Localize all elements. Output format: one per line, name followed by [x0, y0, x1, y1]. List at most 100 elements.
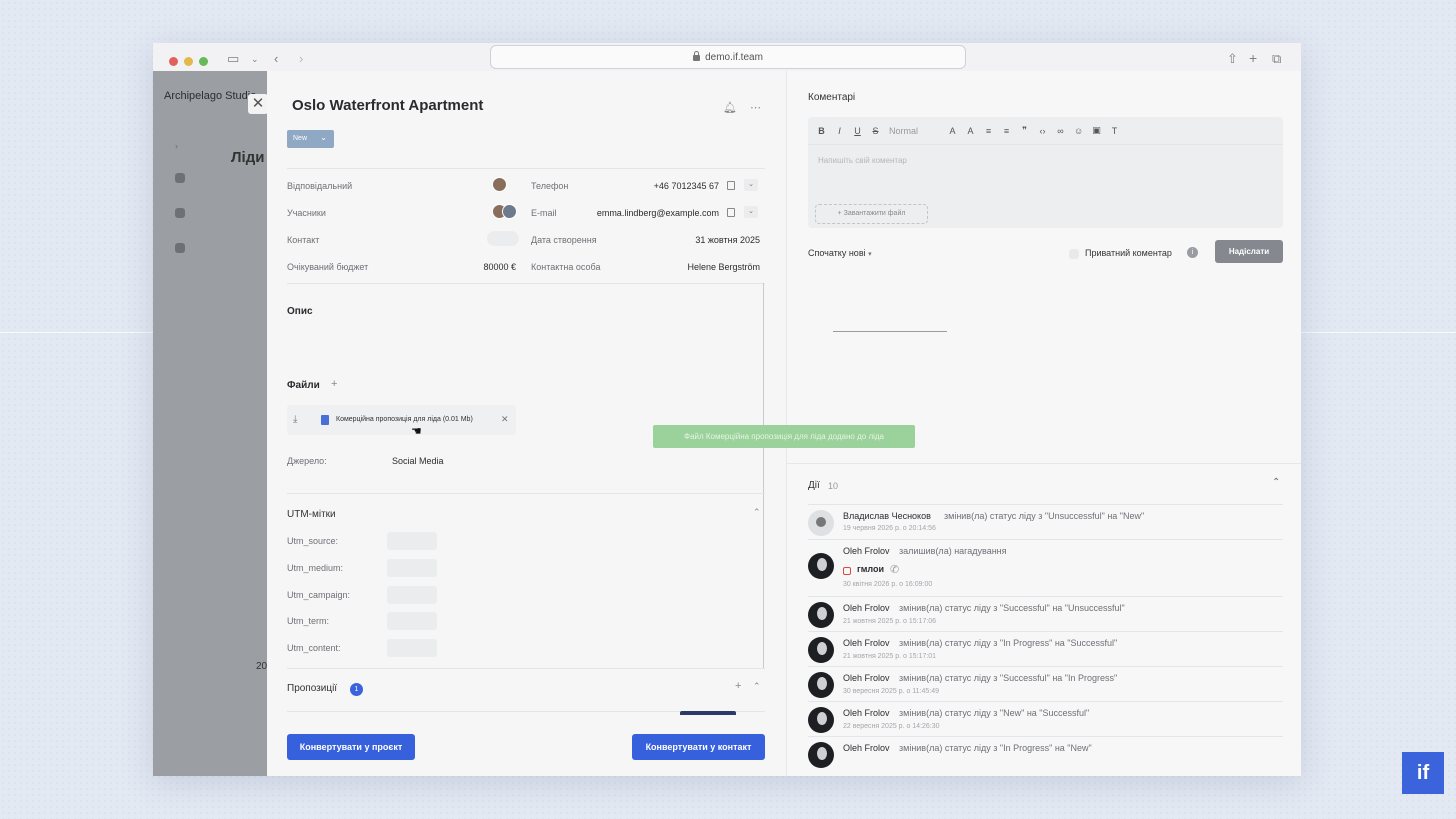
- download-icon[interactable]: ⤓: [293, 414, 297, 425]
- created-label: Дата створення: [531, 235, 597, 245]
- activity-date: 30 вересня 2025 р. о 11:45:49: [843, 688, 940, 695]
- budget-value[interactable]: 80000 €: [427, 262, 516, 272]
- code-icon[interactable]: ‹›: [1038, 126, 1047, 136]
- upload-file-button[interactable]: + Завантажити файл: [815, 204, 928, 224]
- phone-label: Телефон: [531, 181, 569, 191]
- comments-title: Коментарі: [808, 92, 856, 103]
- email-actions-dropdown[interactable]: ⌄: [744, 206, 758, 218]
- chevron-down-icon[interactable]: ⌄: [251, 52, 259, 66]
- comment-editor[interactable]: B I U S Normal A A ≡ ≡ ❞ ‹› ∞ ☺ ▣ T Напи…: [808, 117, 1283, 228]
- forward-icon[interactable]: ›: [299, 52, 303, 66]
- new-tab-icon[interactable]: +: [1249, 51, 1257, 65]
- add-proposal-icon[interactable]: +: [735, 680, 741, 692]
- chevron-up-icon[interactable]: ⌃: [753, 681, 761, 692]
- contact-person-value[interactable]: Helene Bergström: [607, 262, 760, 272]
- file-name[interactable]: Комерційна пропозиція для ліда (0.01 Mb): [336, 416, 473, 423]
- comment-input[interactable]: Напишіть свій коментар: [818, 156, 907, 165]
- share-icon[interactable]: ⇧: [1227, 52, 1238, 66]
- file-chip[interactable]: ⤓ Комерційна пропозиція для ліда (0.01 M…: [287, 405, 516, 435]
- private-comment-checkbox[interactable]: [1069, 249, 1079, 259]
- responsible-avatar[interactable]: [492, 177, 507, 192]
- proposals-title[interactable]: Пропозиції: [287, 683, 337, 694]
- chevron-up-icon[interactable]: ⌃: [753, 507, 761, 518]
- font-color-icon[interactable]: A: [948, 126, 957, 136]
- chevron-down-icon: ▾: [868, 251, 872, 258]
- add-file-icon[interactable]: +: [331, 378, 337, 390]
- contact-label: Контакт: [287, 235, 320, 245]
- status-dropdown[interactable]: New ⌄: [287, 130, 334, 148]
- avatar: [808, 510, 834, 536]
- reminder-checkbox[interactable]: [843, 567, 851, 575]
- proposals-count-badge: 1: [350, 683, 363, 696]
- convert-to-contact-button[interactable]: Конвертувати у контакт: [632, 734, 765, 760]
- text-format-dropdown[interactable]: Normal: [889, 126, 939, 136]
- utm-source-value[interactable]: [387, 532, 437, 550]
- back-icon[interactable]: ‹: [274, 52, 278, 66]
- contact-placeholder[interactable]: [487, 231, 519, 246]
- copy-icon[interactable]: [727, 208, 735, 217]
- utm-campaign-value[interactable]: [387, 586, 437, 604]
- bullet-list-icon[interactable]: ≡: [1002, 126, 1011, 136]
- quote-icon[interactable]: ❞: [1020, 125, 1029, 136]
- chevron-up-icon[interactable]: ⌃: [1272, 477, 1280, 488]
- activity-author[interactable]: Oleh Frolov: [843, 708, 890, 718]
- avatar: [808, 553, 834, 579]
- more-icon[interactable]: ⋯: [750, 101, 761, 114]
- lead-title: Oslo Waterfront Apartment: [292, 97, 484, 114]
- editor-toolbar: B I U S Normal A A ≡ ≡ ❞ ‹› ∞ ☺ ▣ T: [808, 117, 1283, 145]
- activity-author[interactable]: Oleh Frolov: [843, 546, 890, 556]
- utm-medium-value[interactable]: [387, 559, 437, 577]
- info-icon[interactable]: i: [1187, 247, 1198, 258]
- participant-avatar[interactable]: [502, 204, 517, 219]
- convert-to-project-button[interactable]: Конвертувати у проєкт: [287, 734, 415, 760]
- strikethrough-icon[interactable]: S: [871, 126, 880, 136]
- bell-icon: [175, 208, 185, 218]
- background-page-title: Ліди: [231, 149, 265, 166]
- utm-term-label: Utm_term:: [287, 616, 330, 626]
- close-icon[interactable]: ✕: [248, 94, 268, 114]
- tabs-overview-icon[interactable]: ⧉: [1272, 52, 1281, 66]
- minimize-window-button[interactable]: [184, 57, 193, 66]
- activity-author[interactable]: Oleh Frolov: [843, 743, 890, 753]
- divider: [287, 283, 765, 284]
- emoji-icon[interactable]: ☺: [1074, 126, 1083, 136]
- remove-file-icon[interactable]: ✕: [501, 414, 509, 425]
- source-value[interactable]: Social Media: [392, 456, 444, 466]
- close-window-button[interactable]: [169, 57, 178, 66]
- copy-icon[interactable]: [727, 181, 735, 190]
- file-added-toast[interactable]: Файл Комерційна пропозиція для ліда дода…: [653, 425, 915, 448]
- activity-text: змінив(ла) статус ліду з "Successful" на…: [899, 603, 1125, 613]
- activity-item: Oleh Frolov змінив(ла) статус ліду з "Su…: [808, 596, 1283, 631]
- activity-item: Oleh Frolov змінив(ла) статус ліду з "In…: [808, 631, 1283, 666]
- activity-author[interactable]: Oleh Frolov: [843, 673, 890, 683]
- italic-icon[interactable]: I: [835, 126, 844, 136]
- utm-title[interactable]: UTM-мітки: [287, 509, 336, 520]
- clear-format-icon[interactable]: T: [1110, 126, 1119, 136]
- mouse-cursor-icon: ☚: [411, 424, 422, 438]
- activity-date: 30 квітня 2026 р. о 16:09:00: [843, 581, 933, 588]
- address-bar[interactable]: demo.if.team: [490, 45, 966, 69]
- underline-icon[interactable]: U: [853, 126, 862, 136]
- utm-term-value[interactable]: [387, 612, 437, 630]
- utm-content-value[interactable]: [387, 639, 437, 657]
- phone-value[interactable]: +46 7012345 67: [597, 181, 719, 191]
- link-icon[interactable]: ∞: [1056, 126, 1065, 136]
- highlight-icon[interactable]: A: [966, 126, 975, 136]
- ordered-list-icon[interactable]: ≡: [984, 126, 993, 136]
- phone-actions-dropdown[interactable]: ⌄: [744, 179, 758, 191]
- sidebar-toggle-icon[interactable]: ▭: [227, 52, 239, 66]
- activity-date: 19 червня 2026 р. о 20:14:56: [843, 525, 936, 532]
- sort-dropdown[interactable]: Спочатку нові ▾: [808, 248, 872, 258]
- activity-author[interactable]: Oleh Frolov: [843, 603, 890, 613]
- image-icon[interactable]: ▣: [1092, 125, 1101, 136]
- bell-icon[interactable]: 🔔︎: [723, 101, 737, 114]
- email-value[interactable]: emma.lindberg@example.com: [567, 208, 719, 218]
- utm-campaign-label: Utm_campaign:: [287, 590, 351, 600]
- activity-author[interactable]: Oleh Frolov: [843, 638, 890, 648]
- send-comment-button[interactable]: Надіслати: [1215, 240, 1283, 263]
- bold-icon[interactable]: B: [817, 126, 826, 136]
- activity-author[interactable]: Владислав Чесноков: [843, 511, 931, 521]
- maximize-window-button[interactable]: [199, 57, 208, 66]
- activity-text: змінив(ла) статус ліду з "New" на "Succe…: [899, 708, 1090, 718]
- utm-source-label: Utm_source:: [287, 536, 339, 546]
